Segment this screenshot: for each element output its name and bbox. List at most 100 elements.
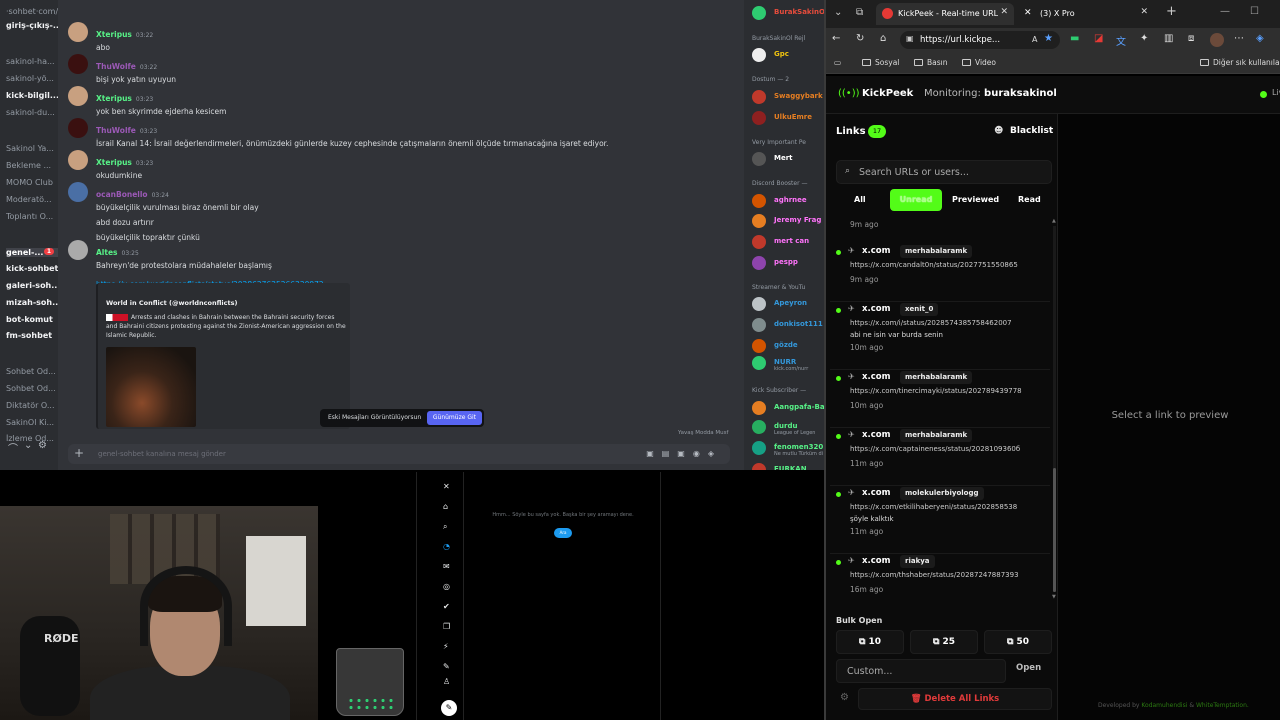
maximize-icon[interactable]: ☐ <box>1250 6 1259 17</box>
channel-item[interactable]: Moderatö... <box>6 195 58 204</box>
blacklist-user-icon[interactable]: ☻ <box>994 126 1003 136</box>
embed-title[interactable]: World in Conflict (@worldnconflicts) <box>106 299 237 307</box>
link-url[interactable]: https://x.com/etkilihaberyeni/status/202… <box>850 503 1046 511</box>
scroll-thumb[interactable] <box>1053 468 1056 592</box>
member-item[interactable]: durdu League of Legen <box>752 420 824 436</box>
credits-author-a[interactable]: Kodamuhendisi <box>1141 702 1187 709</box>
gear-icon[interactable]: ⚙ <box>38 440 47 451</box>
bell-icon[interactable]: ◔ <box>443 542 450 551</box>
search-icon[interactable]: ⌕ <box>443 522 447 532</box>
lightning-icon[interactable]: ⚡ <box>443 642 449 651</box>
channel-item[interactable]: giriş-çıkış-... <box>6 21 58 30</box>
channel-item[interactable]: sakinol-ha... <box>6 57 58 66</box>
channel-item[interactable]: galeri-soh... <box>6 281 58 290</box>
tab-x-pro[interactable]: ✕ (3) X Pro ✕ <box>1018 3 1154 25</box>
tab-kickpeek[interactable]: KickPeek - Real-time URL Cra ✕ <box>876 3 1014 25</box>
url-text[interactable]: https://url.kickpe... <box>920 35 1000 45</box>
channel-item[interactable]: fm-sohbet <box>6 331 58 340</box>
member-item[interactable]: Gpc <box>752 48 824 64</box>
channel-item[interactable]: kick-bilgil... <box>6 91 58 100</box>
filter-read[interactable]: Read <box>1012 189 1047 211</box>
link-url[interactable]: https://x.com/captaineness/status/202810… <box>850 445 1046 453</box>
channel-item[interactable]: sakinol-du... <box>6 108 58 117</box>
link-item[interactable]: ✈ x.com merhabalaramk https://x.com/tinerci… <box>830 370 1050 428</box>
search-box[interactable]: ⌕ <box>836 160 1052 184</box>
composer-placeholder[interactable]: genel-sohbet kanalına mesaj gönder <box>98 450 226 458</box>
link-user-badge[interactable]: riakya <box>900 555 935 568</box>
member-item[interactable]: Apeyron <box>752 297 824 313</box>
translate-icon[interactable]: 文 <box>1116 33 1126 48</box>
member-item[interactable]: Swaggybark <box>752 90 824 106</box>
profile-avatar[interactable] <box>1210 33 1224 47</box>
avatar[interactable] <box>68 240 88 260</box>
channel-item[interactable]: Sohbet Od... <box>6 367 58 376</box>
workspaces-icon[interactable]: ⧉ <box>856 7 863 18</box>
message-username[interactable]: Xteripus <box>96 94 132 103</box>
message-username[interactable]: ThuWolfe <box>96 126 136 135</box>
bulk-open-25-button[interactable]: ⧉ 25 <box>910 630 978 654</box>
channel-item[interactable]: mizah-soh... <box>6 298 58 307</box>
split-screen-icon[interactable]: ▥ <box>1164 33 1173 44</box>
member-item[interactable]: fenomen320 Ne mutlu Türküm di <box>752 441 824 457</box>
channel-item[interactable]: genel-... 1 <box>6 248 58 257</box>
person-icon[interactable]: ♙ <box>443 677 450 686</box>
link-url[interactable]: https://x.com/candalt0n/status/202775155… <box>850 261 1046 269</box>
filter-all[interactable]: All <box>848 189 872 211</box>
link-item[interactable]: ✈ x.com merhabalaramk https://x.com/captain… <box>830 428 1050 486</box>
bulk-open-10-button[interactable]: ⧉ 10 <box>836 630 904 654</box>
link-url[interactable]: https://x.com/i/status/20285743857584620… <box>850 319 1046 327</box>
link-list-scrollbar[interactable]: ▲ ▼ <box>1052 218 1057 600</box>
member-item[interactable]: donkisot111 <box>752 318 824 334</box>
extension-red-icon[interactable]: ◪ <box>1094 33 1103 44</box>
message-username[interactable]: ThuWolfe <box>96 62 136 71</box>
avatar[interactable] <box>68 86 88 106</box>
link-url[interactable]: https://x.com/thshaber/status/2028724788… <box>850 571 1046 579</box>
close-icon[interactable]: ✕ <box>1140 7 1148 17</box>
bulk-open-50-button[interactable]: ⧉ 50 <box>984 630 1052 654</box>
channel-item[interactable]: Bekleme ... <box>6 161 58 170</box>
link-user-badge[interactable]: merhabalaramk <box>900 245 973 258</box>
link-user-badge[interactable]: xenit_0 <box>900 303 939 316</box>
custom-count-input[interactable] <box>836 659 1006 683</box>
filter-unread[interactable]: Unread <box>890 189 942 211</box>
tab-actions-chevron-icon[interactable]: ⌄ <box>834 7 842 18</box>
chevron-down-icon[interactable]: ⌄ <box>24 440 32 451</box>
bookmark-icon[interactable]: ❐ <box>443 622 450 631</box>
more-icon[interactable]: ⋯ <box>1234 33 1244 44</box>
channel-item[interactable]: ·sohbet·com/burak... <box>6 7 58 16</box>
member-item[interactable]: aghrnee <box>752 194 824 210</box>
channel-item[interactable]: Diktatör O... <box>6 401 58 410</box>
pen-icon[interactable]: ✎ <box>443 662 450 671</box>
post-button[interactable]: ✎ <box>441 700 457 716</box>
link-user-badge[interactable]: merhabalaramk <box>900 429 973 442</box>
scroll-down-icon[interactable]: ▼ <box>1052 594 1056 600</box>
link-item[interactable]: ✈ x.com merhabalaramk https://x.com/candalt… <box>830 244 1050 302</box>
link-item[interactable]: ✈ x.com molekulerbiyologg https://x.com/etk… <box>830 486 1050 554</box>
search-input[interactable] <box>859 162 1039 182</box>
channel-item[interactable]: Toplantı O... <box>6 212 58 221</box>
channel-item[interactable]: bot-komut <box>6 315 58 324</box>
bookmark-video[interactable]: Video <box>962 58 996 67</box>
verified-icon[interactable]: ✔ <box>443 602 450 611</box>
x-logo-icon[interactable]: ✕ <box>443 482 450 491</box>
blacklist-button[interactable]: Blacklist <box>1010 126 1053 136</box>
message-username[interactable]: Xteripus <box>96 158 132 167</box>
avatar[interactable] <box>68 22 88 42</box>
copilot-icon[interactable]: ◈ <box>1256 33 1264 44</box>
channel-item[interactable]: kick-sohbet <box>6 264 58 273</box>
bookmark-other-favorites[interactable]: Diğer sık kullanılan <box>1200 58 1280 67</box>
extension-green-icon[interactable]: ▬ <box>1070 33 1079 44</box>
composer-tools-icons[interactable]: ▣▤▣◉◈ <box>646 449 722 458</box>
member-item[interactable]: gözde <box>752 339 824 355</box>
avatar[interactable] <box>68 118 88 138</box>
member-item[interactable]: Aangpafa-Barr <box>752 401 824 417</box>
message-username[interactable]: ocanBonello <box>96 190 148 199</box>
member-item[interactable]: FURKAN <box>752 463 824 470</box>
delete-all-links-button[interactable]: 🗑 Delete All Links <box>858 688 1052 710</box>
gear-icon[interactable]: ⚙ <box>840 692 849 703</box>
lock-icon[interactable]: ▣ <box>906 34 914 43</box>
channel-item[interactable]: SakinOl Ki... <box>6 418 58 427</box>
reading-list-icon[interactable]: ▭ <box>834 58 841 67</box>
link-user-badge[interactable]: molekulerbiyologg <box>900 487 984 500</box>
minimize-icon[interactable]: — <box>1220 6 1230 17</box>
